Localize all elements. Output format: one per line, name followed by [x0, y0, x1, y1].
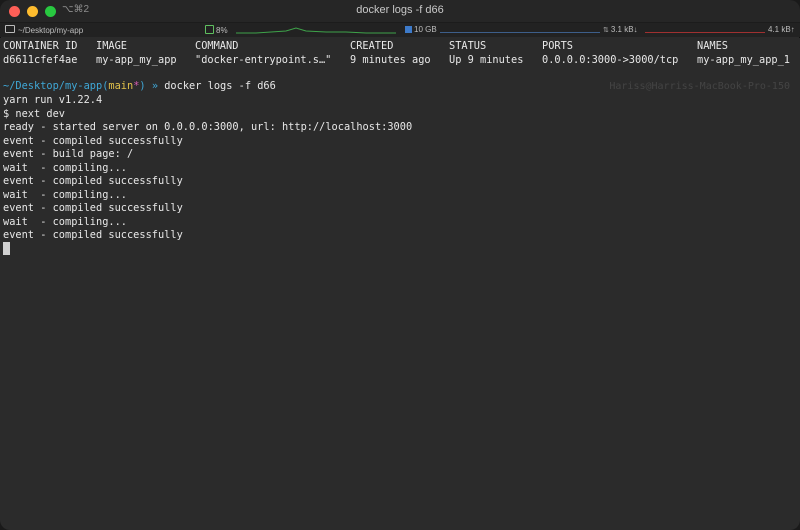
title-bar[interactable]: ⌥⌘2 docker logs -f d66 — [0, 0, 800, 23]
docker-ps-table: CONTAINER ID IMAGE COMMAND CREATED STATU… — [3, 40, 797, 68]
cell-names: my-app_my_app_1 — [697, 54, 790, 66]
network-icon: ⇅ — [603, 27, 609, 34]
hostname: Hariss@Harriss-MacBook-Pro-150 — [609, 81, 790, 92]
network-graph — [645, 32, 765, 33]
prompt-line: ~/Desktop/my-app(main*) » docker logs -f… — [3, 80, 276, 92]
header-ports: PORTS — [542, 40, 573, 52]
terminal-output[interactable]: CONTAINER ID IMAGE COMMAND CREATED STATU… — [0, 38, 800, 530]
cell-ports: 0.0.0.0:3000->3000/tcp — [542, 54, 679, 66]
folder-icon — [5, 25, 15, 33]
memory-graph — [440, 32, 600, 33]
output-line: yarn run v1.22.4 — [3, 94, 103, 106]
window-title: docker logs -f d66 — [356, 4, 444, 16]
output-line: wait - compiling... — [3, 161, 127, 174]
output-line: $ next dev — [3, 107, 65, 120]
terminal-window: ⌥⌘2 docker logs -f d66 ~/Desktop/my-app … — [0, 0, 800, 530]
memory-icon — [405, 26, 412, 33]
memory-usage: 10 GB — [405, 25, 437, 34]
cell-created: 9 minutes ago — [350, 54, 431, 66]
cell-container-id: d6611cfef4ae — [3, 54, 78, 66]
output-line: event - build page: / — [3, 148, 134, 160]
cell-image: my-app_my_app — [96, 54, 177, 66]
header-container-id: CONTAINER ID — [3, 40, 78, 52]
cell-command: "docker-entrypoint.s…" — [195, 54, 332, 66]
cpu-graph — [236, 27, 396, 34]
output-line: ready - started server on 0.0.0.0:3000, … — [3, 121, 413, 133]
header-created: CREATED — [350, 40, 394, 52]
header-names: NAMES — [697, 40, 728, 52]
status-bar: ~/Desktop/my-app 8% 10 GB ⇅ 3.1 kB↓ 4.1 k… — [0, 23, 800, 37]
network-down: ⇅ 3.1 kB↓ — [603, 25, 638, 34]
header-command: COMMAND — [195, 40, 239, 52]
prompt-command: docker logs -f d66 — [164, 80, 276, 92]
cell-status: Up 9 minutes — [449, 54, 524, 66]
output-line: event - compiled successfully — [3, 202, 183, 214]
output-line: wait - compiling... — [3, 215, 127, 228]
cpu-icon — [205, 25, 214, 34]
output-line: wait - compiling... — [3, 188, 127, 201]
terminal-cursor — [3, 242, 10, 255]
network-up: 4.1 kB↑ — [768, 25, 795, 34]
prompt-path: ~/Desktop/my-app — [3, 80, 103, 92]
header-image: IMAGE — [96, 40, 127, 52]
cpu-usage: 8% — [205, 25, 228, 35]
output-line: event - compiled successfully — [3, 134, 183, 147]
prompt-branch: main — [108, 80, 134, 92]
current-directory[interactable]: ~/Desktop/my-app — [5, 25, 83, 35]
output-line: event - compiled successfully — [3, 175, 183, 187]
output-line: event - compiled successfully — [3, 229, 183, 241]
header-status: STATUS — [449, 40, 487, 52]
